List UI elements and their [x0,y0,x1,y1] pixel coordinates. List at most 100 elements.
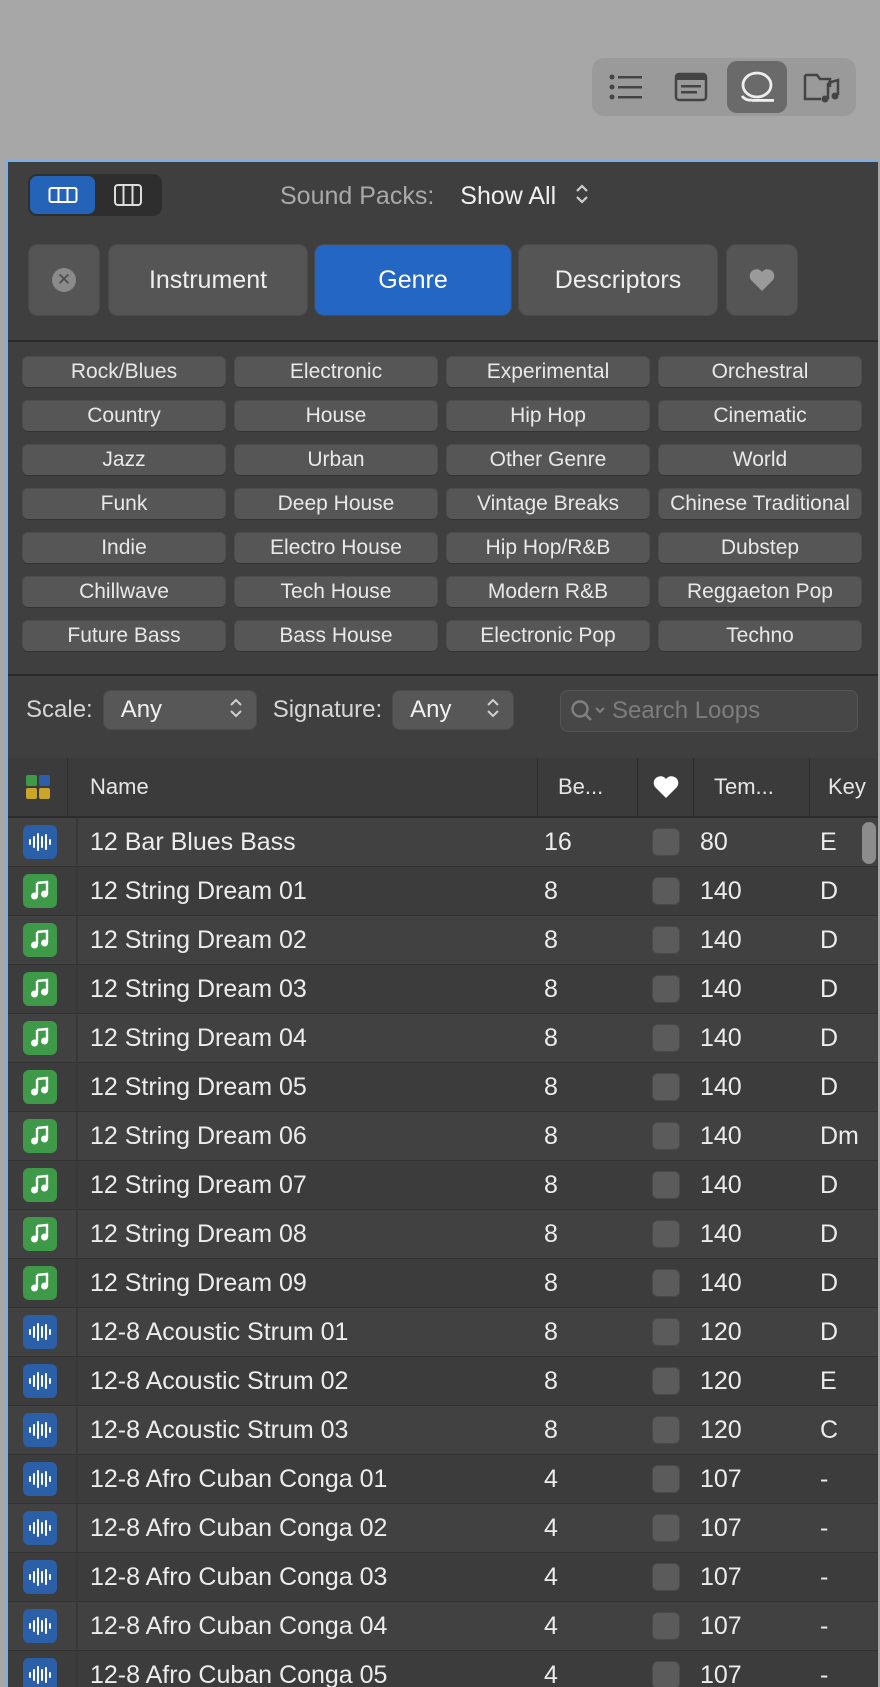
loop-browser-button[interactable] [727,61,787,113]
favorite-checkbox[interactable] [652,975,680,1003]
column-separator [76,1553,78,1601]
genre-button[interactable]: Electronic [234,356,438,388]
favorite-checkbox[interactable] [652,1612,680,1640]
genre-button[interactable]: Hip Hop/R&B [446,532,650,564]
table-row[interactable]: 12-8 Acoustic Strum 03 8 120 C [8,1406,878,1455]
favorite-checkbox[interactable] [652,1269,680,1297]
favorite-checkbox[interactable] [652,1416,680,1444]
column-separator [76,1651,78,1687]
genre-button[interactable]: Urban [234,444,438,476]
music-note-icon [31,1223,49,1243]
key-column-header[interactable]: Key [810,758,878,816]
table-row[interactable]: 12-8 Afro Cuban Conga 02 4 107 - [8,1504,878,1553]
genre-button[interactable]: Indie [22,532,226,564]
button-view-button[interactable] [30,176,95,214]
genre-button[interactable]: World [658,444,862,476]
genre-button[interactable]: Cinematic [658,400,862,432]
genre-button[interactable]: Country [22,400,226,432]
genre-button[interactable]: Chinese Traditional [658,488,862,520]
loop-beats: 8 [544,1317,558,1346]
favorite-checkbox[interactable] [652,926,680,954]
table-row[interactable]: 12-8 Afro Cuban Conga 01 4 107 - [8,1455,878,1504]
favorite-checkbox[interactable] [652,1465,680,1493]
sound-packs-value[interactable]: Show All [460,182,556,211]
scale-popup[interactable]: Any [102,690,257,730]
genre-button[interactable]: Future Bass [22,620,226,652]
genre-button[interactable]: Electronic Pop [446,620,650,652]
favorite-checkbox[interactable] [652,1073,680,1101]
genre-button[interactable]: Tech House [234,576,438,608]
tempo-column-header[interactable]: Tem... [694,758,810,816]
genre-button[interactable]: Jazz [22,444,226,476]
favorite-checkbox[interactable] [652,1122,680,1150]
favorite-checkbox[interactable] [652,1220,680,1248]
notes-button[interactable] [662,61,722,113]
favorite-checkbox[interactable] [652,1563,680,1591]
favorite-column-header[interactable] [638,758,694,816]
tab-genre[interactable]: Genre [314,244,512,316]
beats-column-header[interactable]: Be... [538,758,638,816]
table-row[interactable]: 12-8 Afro Cuban Conga 03 4 107 - [8,1553,878,1602]
table-row[interactable]: 12-8 Afro Cuban Conga 05 4 107 - [8,1651,878,1687]
signature-popup[interactable]: Any [392,690,515,730]
favorite-checkbox[interactable] [652,1367,680,1395]
sound-packs-selector[interactable]: Sound Packs: Show All [280,178,590,214]
table-row[interactable]: 12 String Dream 01 8 140 D [8,867,878,916]
loop-type-cell [20,1651,60,1687]
waveform-icon [29,1470,51,1488]
table-row[interactable]: 12 String Dream 03 8 140 D [8,965,878,1014]
genre-button[interactable]: Rock/Blues [22,356,226,388]
genre-button[interactable]: Other Genre [446,444,650,476]
table-row[interactable]: 12-8 Acoustic Strum 02 8 120 E [8,1357,878,1406]
column-view-button[interactable] [95,176,160,214]
tab-descriptors[interactable]: Descriptors [518,244,718,316]
table-row[interactable]: 12 String Dream 05 8 140 D [8,1063,878,1112]
loop-type-cell [20,1504,60,1552]
genre-button[interactable]: Reggaeton Pop [658,576,862,608]
vertical-scrollbar[interactable] [862,822,876,864]
table-row[interactable]: 12 Bar Blues Bass 16 80 E [8,818,878,867]
list-view-button[interactable] [596,61,656,113]
table-row[interactable]: 12 String Dream 06 8 140 Dm [8,1112,878,1161]
favorite-checkbox-cell [646,818,686,866]
favorite-checkbox[interactable] [652,1318,680,1346]
table-row[interactable]: 12 String Dream 07 8 140 D [8,1161,878,1210]
favorite-checkbox[interactable] [652,1514,680,1542]
table-row[interactable]: 12 String Dream 08 8 140 D [8,1210,878,1259]
favorite-checkbox[interactable] [652,1024,680,1052]
search-loops-field[interactable]: Search Loops [560,690,858,732]
type-column-header[interactable] [8,758,68,816]
favorite-checkbox[interactable] [652,1661,680,1687]
loop-beats: 4 [544,1464,558,1493]
favorites-tab[interactable] [726,244,798,316]
genre-button[interactable]: Dubstep [658,532,862,564]
favorite-checkbox[interactable] [652,877,680,905]
favorite-checkbox[interactable] [652,1171,680,1199]
table-row[interactable]: 12 String Dream 02 8 140 D [8,916,878,965]
genre-button[interactable]: Funk [22,488,226,520]
table-row[interactable]: 12-8 Acoustic Strum 01 8 120 D [8,1308,878,1357]
table-row[interactable]: 12-8 Afro Cuban Conga 04 4 107 - [8,1602,878,1651]
loop-type-cell [20,965,60,1013]
genre-button[interactable]: Vintage Breaks [446,488,650,520]
loop-name: 12-8 Afro Cuban Conga 02 [90,1513,388,1542]
genre-button[interactable]: House [234,400,438,432]
genre-button[interactable]: Hip Hop [446,400,650,432]
genre-button[interactable]: Modern R&B [446,576,650,608]
genre-button[interactable]: Techno [658,620,862,652]
table-row[interactable]: 12 String Dream 04 8 140 D [8,1014,878,1063]
media-browser-button[interactable] [793,61,853,113]
favorite-checkbox[interactable] [652,828,680,856]
loop-beats: 8 [544,1170,558,1199]
clear-filters-button[interactable]: ✕ [28,244,100,316]
genre-button[interactable]: Electro House [234,532,438,564]
tab-instrument[interactable]: Instrument [108,244,308,316]
genre-button[interactable]: Orchestral [658,356,862,388]
genre-button[interactable]: Chillwave [22,576,226,608]
genre-button[interactable]: Deep House [234,488,438,520]
loop-name: 12-8 Acoustic Strum 01 [90,1317,349,1346]
table-row[interactable]: 12 String Dream 09 8 140 D [8,1259,878,1308]
genre-button[interactable]: Experimental [446,356,650,388]
name-column-header[interactable]: Name [68,758,538,816]
genre-button[interactable]: Bass House [234,620,438,652]
